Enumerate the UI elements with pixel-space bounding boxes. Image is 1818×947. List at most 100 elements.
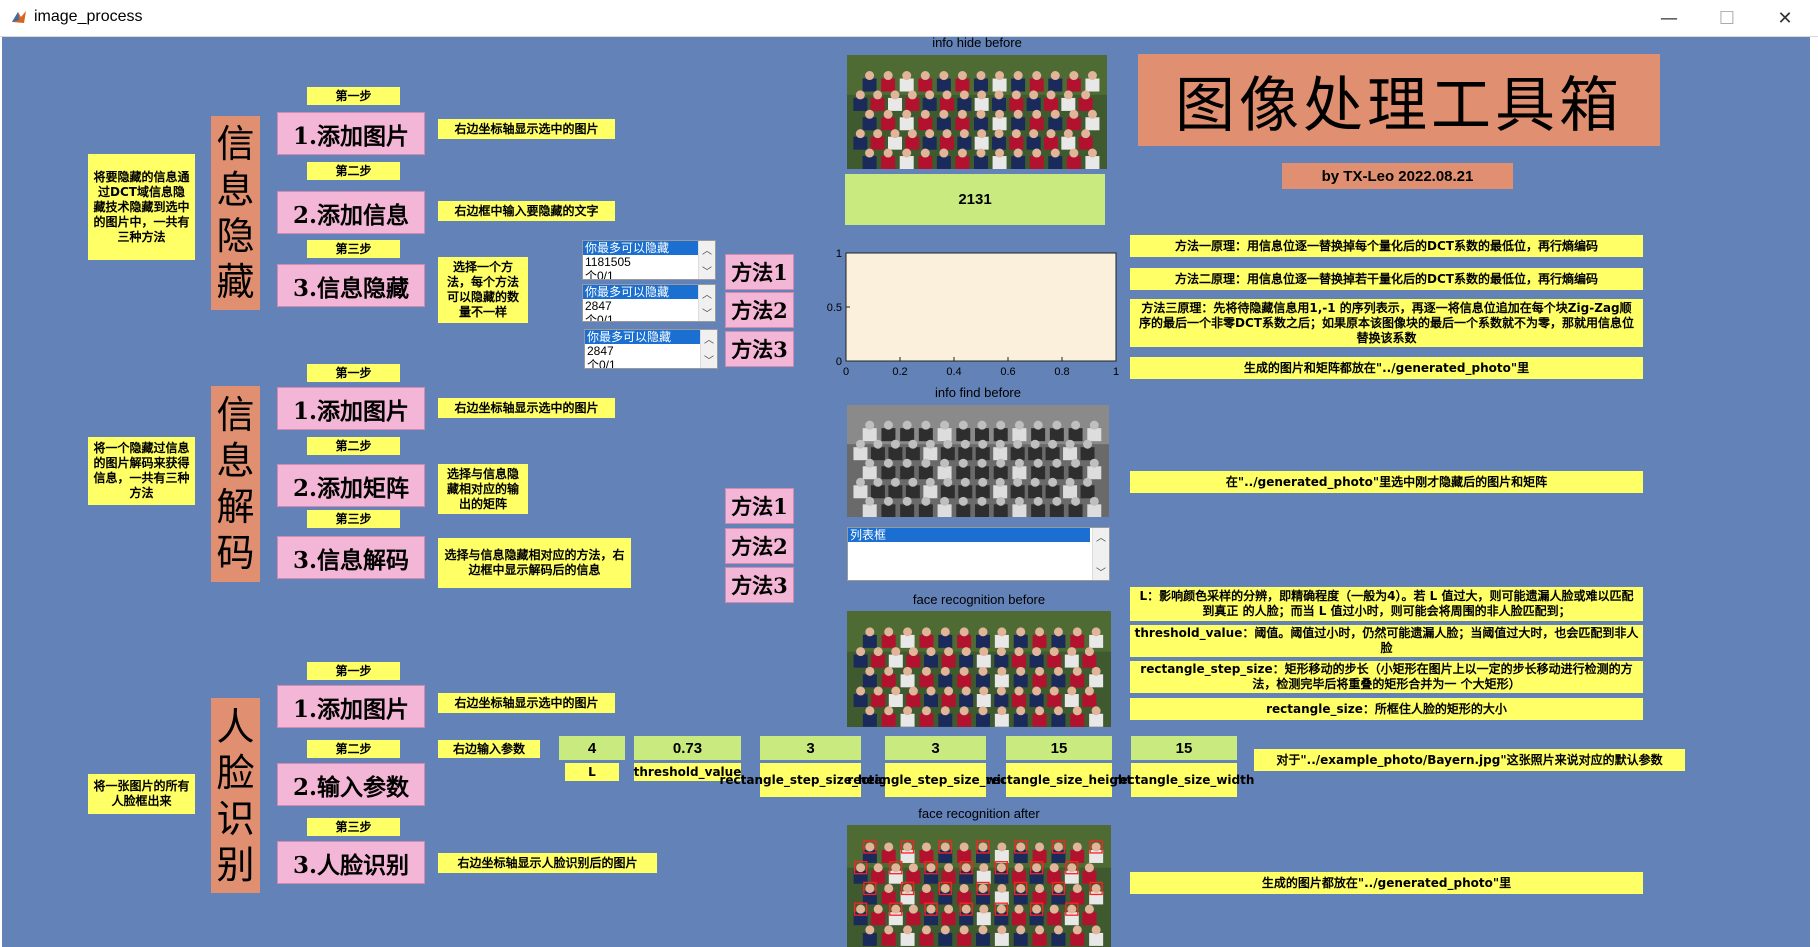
hide-description: 将要隐藏的信息通过DCT域信息隐藏技术隐藏到选中的图片中，一共有三种方法 — [88, 154, 195, 260]
hide-section-title: 信 息 隐 藏 — [211, 116, 260, 310]
hide-execute-button[interactable]: 3.信息隐藏 — [277, 264, 425, 307]
list-item[interactable]: 个0/1 — [583, 313, 715, 321]
close-icon: ✕ — [1777, 7, 1793, 29]
face-param-note: 对于"../example_photo/Bayern.jpg"这张照片来说对应的… — [1254, 749, 1685, 771]
x-tick-label: 1 — [1113, 366, 1119, 378]
param-step-height-input[interactable]: 3 — [760, 736, 861, 760]
hide-title-char: 信 — [216, 122, 255, 166]
hide-add-info-button[interactable]: 2.添加信息 — [277, 191, 425, 234]
decode-description: 将一个隐藏过信息的图片解码来获得信息，一共有三种方法 — [88, 437, 195, 505]
face-input-params-button[interactable]: 2.输入参数 — [277, 763, 425, 806]
scrollbar[interactable]: ︿ ﹀ — [1092, 528, 1109, 580]
list-item[interactable]: 2847 — [583, 299, 715, 313]
param-step-width-input[interactable]: 3 — [885, 736, 986, 760]
chevron-up-icon[interactable]: ︿ — [702, 242, 712, 257]
chevron-up-icon[interactable]: ︿ — [704, 331, 714, 346]
decode-image-axes — [847, 405, 1109, 517]
y-tick-label: 0.5 — [827, 302, 842, 314]
hide-step2-hint: 右边框中输入要隐藏的文字 — [438, 201, 615, 221]
window-titlebar: image_process — ☐ ✕ — [0, 0, 1818, 37]
face-add-image-button[interactable]: 1.添加图片 — [277, 685, 425, 728]
decode-add-matrix-button[interactable]: 2.添加矩阵 — [277, 464, 425, 507]
y-tick-label: 1 — [836, 248, 842, 260]
hide-add-image-button[interactable]: 1.添加图片 — [277, 112, 425, 155]
param-threshold-input[interactable]: 0.73 — [634, 736, 741, 760]
matlab-icon — [12, 11, 26, 23]
list-item-selected[interactable]: 你最多可以隐藏 — [585, 330, 717, 344]
decode-method1-button[interactable]: 方法1 — [725, 488, 794, 524]
plot-area — [845, 252, 1117, 362]
chart-svg: 0 0.2 0.4 0.6 0.8 1 0 0.5 1 — [827, 248, 1119, 378]
chevron-down-icon[interactable]: ﹀ — [702, 305, 712, 320]
face-title-char: 脸 — [216, 750, 255, 795]
scrollbar[interactable]: ︿ ﹀ — [700, 330, 717, 368]
decode-title-char: 信 — [216, 393, 255, 437]
list-item-selected[interactable]: 你最多可以隐藏 — [583, 241, 715, 255]
x-tick-label: 0 — [843, 366, 849, 378]
maximize-button[interactable]: ☐ — [1698, 0, 1756, 36]
chevron-up-icon[interactable]: ︿ — [702, 286, 712, 301]
param-L-input[interactable]: 4 — [559, 736, 625, 760]
decode-title-char: 码 — [216, 531, 255, 575]
param-size-height-label: rectangle_size_height — [986, 763, 1132, 797]
face-description: 将一张图片的所有人脸框出来 — [88, 774, 195, 814]
decode-add-image-button[interactable]: 1.添加图片 — [277, 387, 425, 430]
hide-title-char: 息 — [216, 168, 255, 212]
scrollbar[interactable]: ︿ ﹀ — [698, 285, 715, 321]
minimize-icon: — — [1660, 7, 1678, 29]
hide-step1-tag: 第一步 — [307, 87, 400, 105]
byline: by TX-Leo 2022.08.21 — [1282, 163, 1513, 189]
x-tick-label: 0.2 — [892, 366, 907, 378]
minimize-button[interactable]: — — [1640, 0, 1698, 36]
decode-method2-button[interactable]: 方法2 — [725, 528, 794, 564]
chevron-down-icon[interactable]: ﹀ — [1096, 564, 1106, 579]
hide-method1-button[interactable]: 方法1 — [725, 254, 794, 290]
decode-execute-button[interactable]: 3.信息解码 — [277, 536, 425, 579]
team-photo-boxed — [847, 825, 1111, 947]
face-before-title: face recognition before — [912, 592, 1046, 607]
face-execute-button[interactable]: 3.人脸识别 — [277, 841, 425, 884]
decode-method3-button[interactable]: 方法3 — [725, 567, 794, 603]
capacity-list-method1[interactable]: 你最多可以隐藏 1181505 个0/1 ︿ ﹀ — [582, 240, 716, 280]
hide-method3-button[interactable]: 方法3 — [725, 331, 794, 367]
scrollbar[interactable]: ︿ ﹀ — [698, 241, 715, 279]
hide-note-method1: 方法一原理：用信息位逐一替换掉每个量化后的DCT系数的最低位，再行熵编码 — [1130, 235, 1643, 257]
close-button[interactable]: ✕ — [1756, 0, 1814, 36]
hide-title-char: 藏 — [216, 260, 255, 304]
chevron-down-icon[interactable]: ﹀ — [702, 263, 712, 278]
hide-image-axes — [847, 55, 1107, 169]
decode-step3-tag: 第三步 — [307, 510, 400, 528]
team-photo-gray — [847, 405, 1109, 517]
face-note-threshold: threshold_value：阈值。阈值过小时，仍然可能遗漏人脸；当阈值过大时… — [1130, 625, 1643, 657]
param-size-width-input[interactable]: 15 — [1131, 736, 1237, 760]
decode-section-title: 信 息 解 码 — [211, 386, 260, 582]
chevron-up-icon[interactable]: ︿ — [1096, 529, 1106, 544]
face-step2-tag: 第二步 — [307, 740, 400, 758]
param-step-width-label: rectangle_step_size_width — [847, 763, 1024, 797]
face-after-axes — [847, 825, 1111, 947]
capacity-list-method2[interactable]: 你最多可以隐藏 2847 个0/1 ︿ ﹀ — [582, 284, 716, 322]
face-step3-tag: 第三步 — [307, 818, 400, 836]
chevron-down-icon[interactable]: ﹀ — [704, 352, 714, 367]
face-step1-hint: 右边坐标轴显示选中的图片 — [438, 693, 615, 713]
hide-note-method2: 方法二原理：用信息位逐一替换掉若干量化后的DCT系数的最低位，再行熵编码 — [1130, 268, 1643, 290]
hide-chart-axes: 0 0.2 0.4 0.6 0.8 1 0 0.5 1 — [814, 241, 1124, 385]
param-size-width-label: rectangle_size_width — [1114, 763, 1254, 797]
hide-title-char: 隐 — [216, 214, 255, 258]
decode-step1-tag: 第一步 — [307, 364, 400, 382]
list-item[interactable]: 1181505 — [583, 255, 715, 269]
x-tick-label: 0.8 — [1054, 366, 1069, 378]
list-item[interactable]: 个0/1 — [583, 269, 715, 279]
list-item[interactable]: 2847 — [585, 344, 717, 358]
param-size-height-input[interactable]: 15 — [1006, 736, 1112, 760]
list-item-selected[interactable]: 列表框 — [848, 528, 1090, 542]
decoded-info-list[interactable]: 列表框 ︿ ﹀ — [847, 527, 1110, 581]
list-item-selected[interactable]: 你最多可以隐藏 — [583, 285, 715, 299]
hide-info-input[interactable]: 2131 — [845, 174, 1105, 225]
decode-step3-hint: 选择与信息隐藏相对应的方法，右边框中显示解码后的信息 — [438, 538, 631, 588]
hide-method2-button[interactable]: 方法2 — [725, 292, 794, 328]
capacity-list-method3[interactable]: 你最多可以隐藏 2847 个0/1 ︿ ﹀ — [584, 329, 718, 369]
list-item[interactable]: 个0/1 — [585, 358, 717, 368]
face-section-title: 人 脸 识 别 — [211, 698, 260, 893]
face-note-L: L：影响颜色采样的分辨，即精确程度（一般为4）。若 L 值过大，则可能遗漏人脸或… — [1130, 587, 1643, 621]
